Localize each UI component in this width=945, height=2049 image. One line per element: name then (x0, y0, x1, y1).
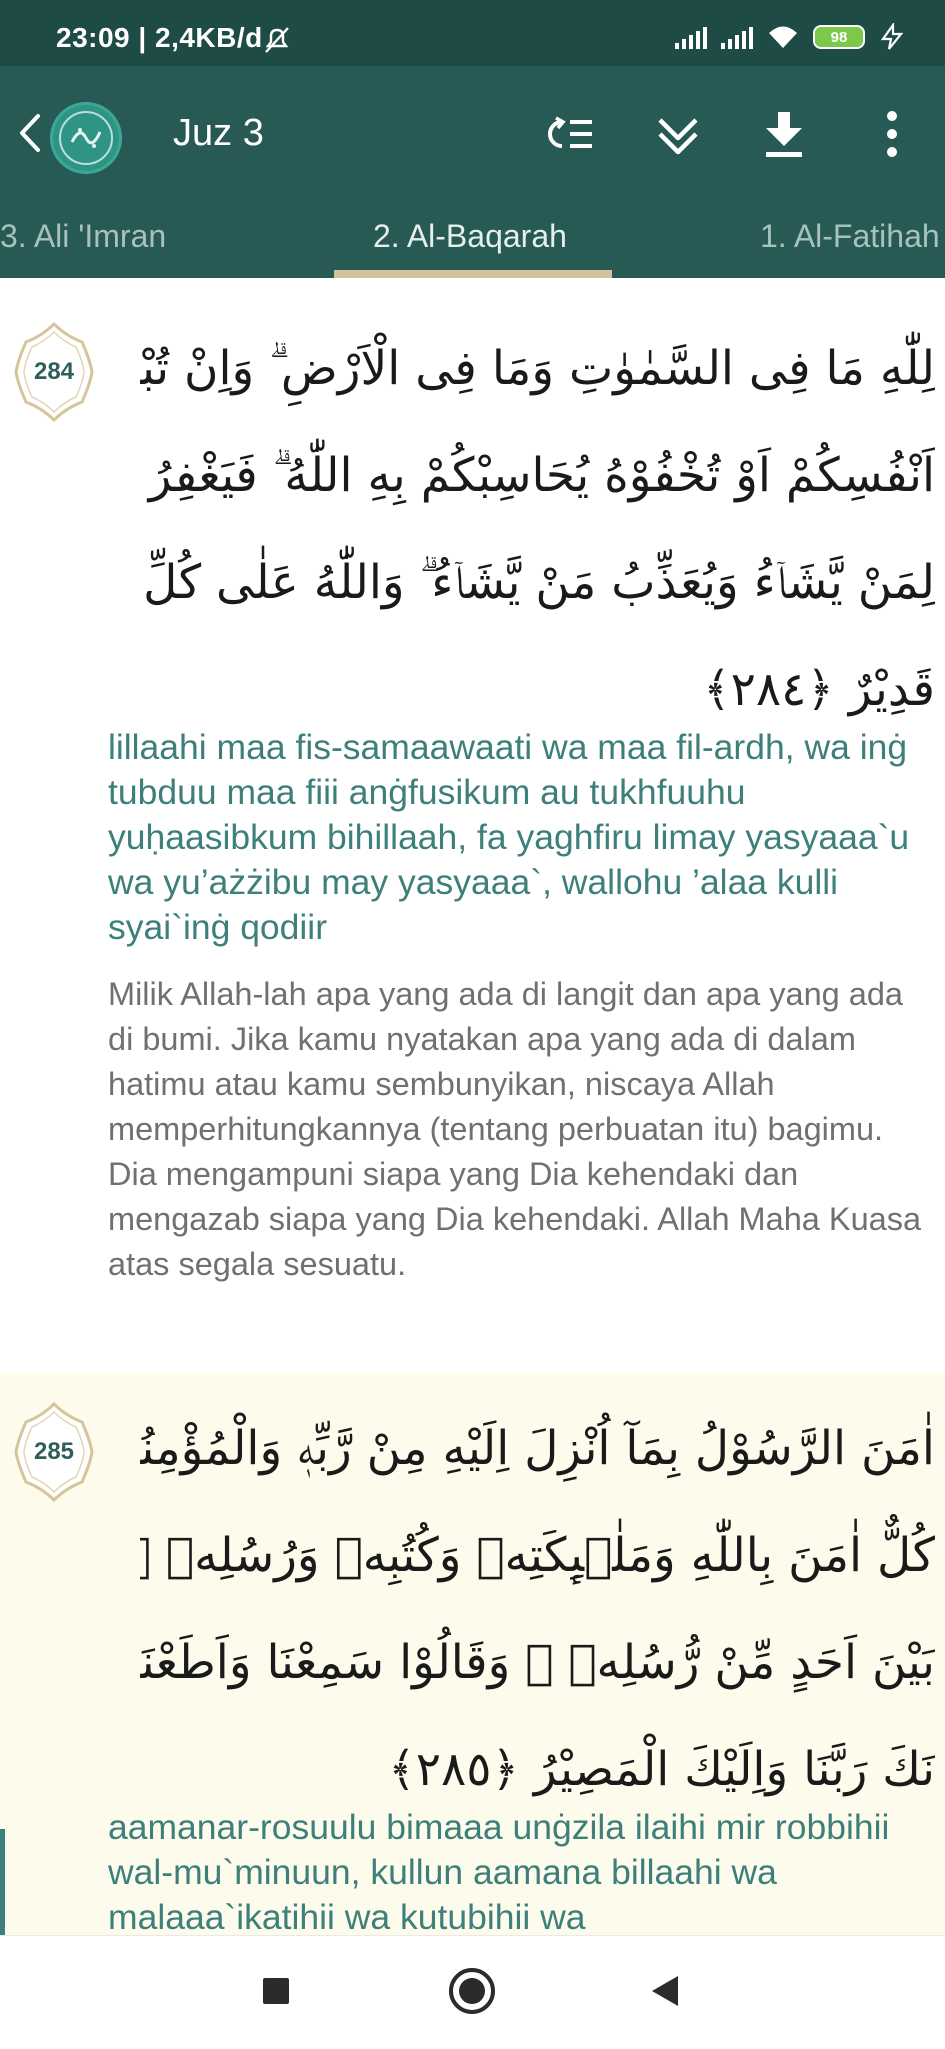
arabic-text: اٰمَنَ الرَّسُوْلُ بِمَآ اُنْزِلَ اِلَيْ… (140, 1395, 935, 1823)
triangle-back-icon[interactable] (640, 1966, 690, 2016)
arabic-line: اٰمَنَ الرَّسُوْلُ بِمَآ اُنْزِلَ اِلَيْ… (140, 1421, 935, 1476)
transliteration: aamanar-rosuulu bimaaa unġzila ilaihi mi… (108, 1807, 890, 1935)
transliteration: lillaahi maa fis-samaawaati wa maa fil-a… (108, 727, 910, 947)
verse-number: 285 (33, 1438, 75, 1465)
tab-al-fatihah[interactable]: 1. Al-Fatihah (760, 218, 940, 255)
status-time: 23:09 | 2,4KB/d (56, 22, 263, 53)
app-bar: Juz 3 (0, 66, 945, 206)
translation: Milik Allah-lah apa yang ada di langit d… (108, 976, 922, 1282)
mute-icon (265, 27, 289, 53)
arabic-line: لِمَنْ يَّشَاۤءُ وَيُعَذِّبُ مَنْ يَّشَا… (140, 555, 935, 610)
wifi-icon (769, 26, 797, 48)
list-loop-icon[interactable] (542, 106, 598, 162)
download-icon[interactable] (756, 106, 812, 162)
arabic-line: لِلّٰهِ مَا فِى السَّمٰوٰتِ وَمَا فِى ال… (140, 341, 935, 396)
verse-number-badge: 284 (12, 320, 96, 424)
quran-logo-icon (50, 102, 122, 174)
arabic-text: لِلّٰهِ مَا فِى السَّمٰوٰتِ وَمَا فِى ال… (140, 315, 935, 743)
surah-tabs: 3. Ali 'Imran 2. Al-Baqarah 1. Al-Fatiha… (0, 206, 945, 278)
battery-icon: 98 (813, 25, 865, 49)
verse-284[interactable]: 284 لِلّٰهِ مَا فِى السَّمٰوٰتِ وَمَا فِ… (0, 278, 945, 1373)
tab-al-baqarah[interactable]: 2. Al-Baqarah (373, 218, 567, 255)
page-title: Juz 3 (173, 112, 264, 154)
cell-signal-icon (675, 25, 707, 49)
arabic-line: كُلٌّ اٰمَنَ بِاللّٰهِ وَمَلٰۤىِٕكَتِهٖ … (140, 1528, 935, 1583)
chevron-left-icon[interactable] (14, 108, 46, 158)
charging-icon (880, 23, 904, 50)
arabic-line: بَيْنَ اَحَدٍ مِّنْ رُّسُلِهٖ ۗ وَقَالُو… (140, 1635, 935, 1690)
double-chevron-down-icon[interactable] (650, 106, 706, 162)
verse-285[interactable]: 285 اٰمَنَ الرَّسُوْلُ بِمَآ اُنْزِلَ اِ… (0, 1373, 945, 1935)
cell-signal-icon (721, 25, 753, 49)
verse-number: 284 (33, 358, 75, 385)
verse-number-badge: 285 (12, 1400, 96, 1504)
system-nav-bar (0, 1935, 945, 2049)
square-icon[interactable] (251, 1966, 301, 2016)
more-vertical-icon[interactable] (864, 106, 920, 162)
tab-ali-imran[interactable]: 3. Ali 'Imran (0, 218, 166, 255)
circle-icon[interactable] (447, 1966, 497, 2016)
tab-indicator (334, 270, 612, 278)
arabic-line: اَنْفُسِكُمْ اَوْ تُخْفُوْهُ يُحَاسِبْكُ… (148, 448, 935, 503)
status-bar: 23:09 | 2,4KB/d 98 (0, 0, 945, 66)
playing-indicator-bar (0, 1829, 5, 1935)
